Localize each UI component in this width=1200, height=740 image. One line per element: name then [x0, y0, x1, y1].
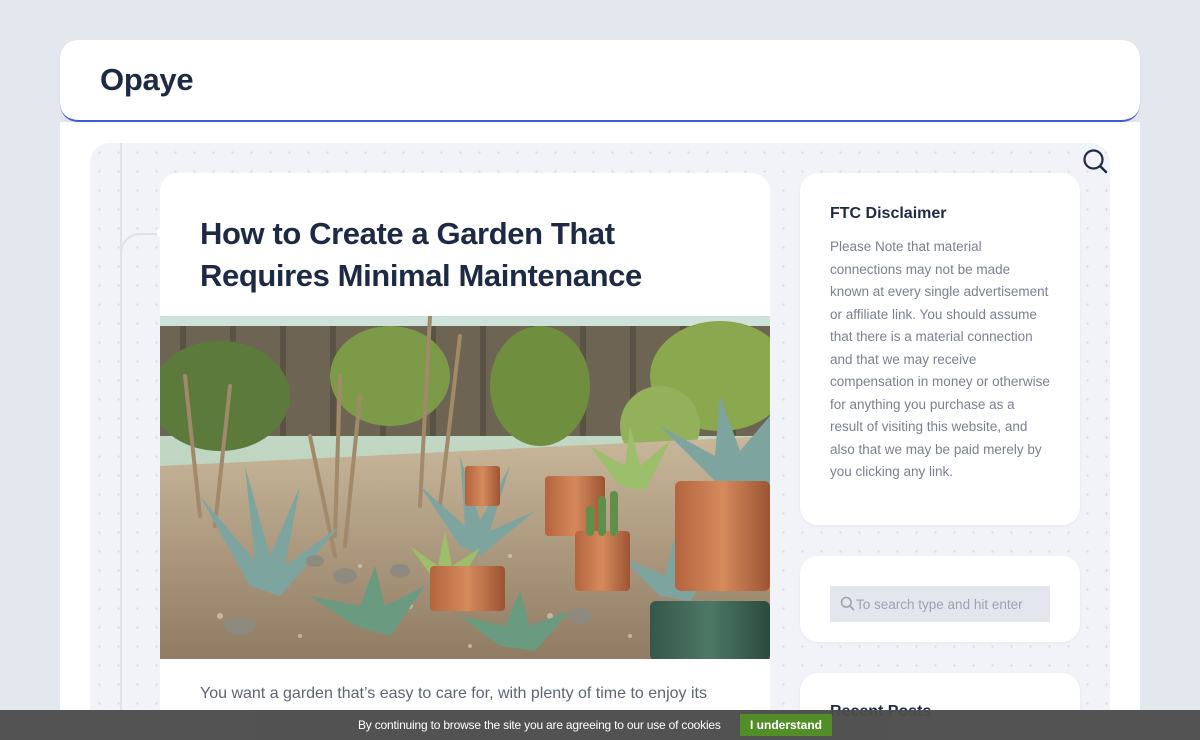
- search-icon: [1083, 149, 1108, 174]
- cookie-consent-bar: By continuing to browse the site you are…: [0, 710, 1200, 740]
- post-title[interactable]: How to Create a Garden That Requires Min…: [200, 213, 740, 297]
- ftc-disclaimer-text: Please Note that material connections ma…: [830, 239, 1050, 479]
- timeline-line: [120, 143, 122, 740]
- search-box[interactable]: [830, 586, 1050, 622]
- timeline-connector: [120, 233, 164, 263]
- garden-photo: [160, 316, 770, 659]
- search-widget: [800, 556, 1080, 642]
- search-icon: [840, 596, 855, 611]
- ftc-disclaimer-widget: FTC Disclaimer Please Note that material…: [800, 173, 1080, 525]
- site-header: Opaye: [60, 40, 1140, 122]
- search-toggle-button[interactable]: [1081, 147, 1109, 175]
- cookie-consent-text: By continuing to browse the site you are…: [358, 718, 721, 732]
- cookie-accept-button[interactable]: I understand: [740, 714, 832, 736]
- post-featured-image[interactable]: [160, 316, 770, 659]
- post-excerpt: You want a garden that’s easy to care fo…: [200, 685, 707, 702]
- site-title[interactable]: Opaye: [100, 62, 194, 98]
- ftc-disclaimer-title: FTC Disclaimer: [830, 205, 947, 222]
- post-card: How to Create a Garden That Requires Min…: [160, 173, 770, 740]
- search-input[interactable]: [856, 586, 1046, 622]
